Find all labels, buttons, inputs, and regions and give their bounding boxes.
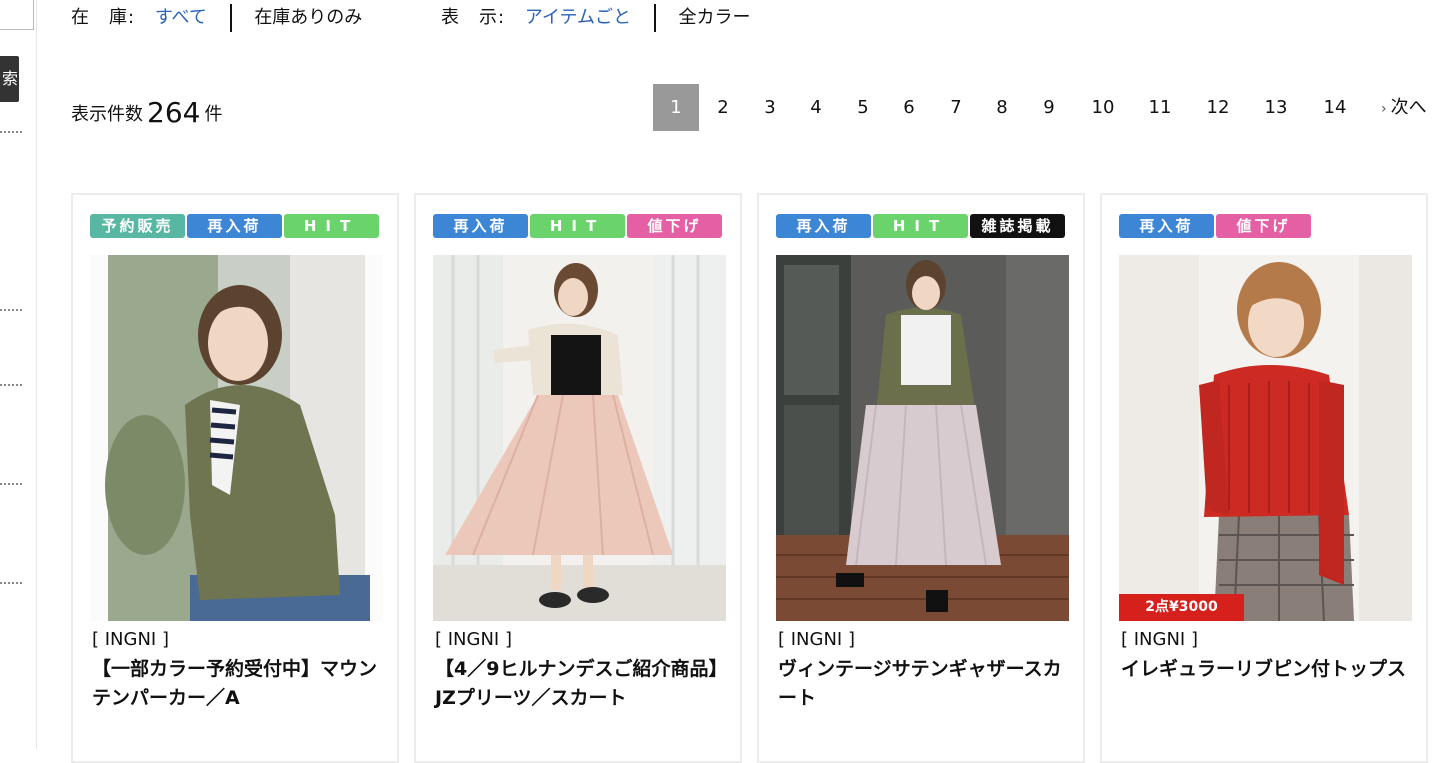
product-card[interactable]: 再入荷 HIT 雑誌掲載 [ INGNI ] ヴィンテージサテンギャザースカート [757,193,1085,763]
page-current[interactable]: 1 [653,84,699,131]
page-link[interactable]: 5 [840,84,886,131]
badge-restock: 再入荷 [776,214,871,238]
product-title[interactable]: 【一部カラー予約受付中】マウンテンパーカー／A [92,655,382,713]
product-title[interactable]: 【4／9ヒルナンデスご紹介商品】JZプリーツ／スカート [435,655,725,713]
sidebar-divider [0,483,22,487]
result-count-suffix: 件 [204,104,223,125]
result-count: 表示件数 264 件 [71,96,222,129]
page-link[interactable]: 10 [1078,84,1128,131]
sidebar: 索 [0,0,36,749]
filter-separator [653,4,656,32]
page-link[interactable]: 11 [1135,84,1185,131]
display-filter-item-link[interactable]: アイテムごと [525,7,631,28]
product-card[interactable]: 再入荷 値下げ 2点¥3000 [ INGNI ] イレギュラーリブピン付トップス [1100,193,1428,763]
product-photo[interactable]: 2点¥3000 [1119,255,1412,621]
sidebar-divider [0,309,22,313]
badge-hit: HIT [530,214,625,238]
badge-magazine: 雑誌掲載 [970,214,1065,238]
stock-filter: 在 庫: すべて 在庫ありのみ [71,4,362,32]
display-filter-all-colors-link[interactable]: 全カラー [678,7,750,28]
page-link[interactable]: 2 [700,84,746,131]
product-badges: 再入荷 HIT 雑誌掲載 [776,214,1067,238]
badge-hit: HIT [873,214,968,238]
product-brand: [ INGNI ] [778,629,855,650]
product-brand: [ INGNI ] [92,629,169,650]
page-link[interactable]: 3 [747,84,793,131]
product-badges: 再入荷 値下げ [1119,214,1313,238]
product-title[interactable]: ヴィンテージサテンギャザースカート [778,655,1068,713]
stock-filter-in-stock-link[interactable]: 在庫ありのみ [254,7,362,28]
product-photo[interactable] [776,255,1069,621]
next-page-label: 次へ [1390,97,1427,118]
badge-restock: 再入荷 [187,214,282,238]
sidebar-divider [0,131,22,135]
product-title[interactable]: イレギュラーリブピン付トップス [1121,655,1411,684]
display-filter-label: 表 示: [441,7,506,28]
result-count-value: 264 [147,96,201,129]
stock-filter-all-link[interactable]: すべて [155,7,207,28]
page-link[interactable]: 14 [1310,84,1360,131]
product-photo[interactable] [90,255,383,621]
badge-preorder: 予約販売 [90,214,185,238]
content-divider [36,0,37,749]
promo-badge: 2点¥3000 [1119,594,1244,621]
product-photo[interactable] [433,255,726,621]
next-page-link[interactable]: › 次へ [1381,84,1427,131]
badge-price-down: 値下げ [627,214,722,238]
sidebar-divider [0,384,22,388]
display-filter: 表 示: アイテムごと 全カラー [441,4,750,32]
page-link[interactable]: 4 [793,84,839,131]
page-link[interactable]: 13 [1251,84,1301,131]
page-link[interactable]: 7 [933,84,979,131]
sidebar-search-input[interactable] [0,0,34,30]
filter-separator [229,4,232,32]
page-link[interactable]: 9 [1026,84,1072,131]
page-link[interactable]: 12 [1193,84,1243,131]
badge-restock: 再入荷 [433,214,528,238]
product-card[interactable]: 予約販売 再入荷 HIT [ INGNI ] 【一部カラー予約受付中】マウンテンパー… [71,193,399,763]
badge-restock: 再入荷 [1119,214,1214,238]
product-brand: [ INGNI ] [1121,629,1198,650]
badge-hit: HIT [284,214,379,238]
page-link[interactable]: 6 [886,84,932,131]
page-link[interactable]: 8 [979,84,1025,131]
product-badges: 再入荷 HIT 値下げ [433,214,724,238]
sidebar-divider [0,582,22,586]
product-brand: [ INGNI ] [435,629,512,650]
product-card[interactable]: 再入荷 HIT 値下げ [ INGNI ] 【4／9ヒルナンデスご紹介商品】JZプリ… [414,193,742,763]
sidebar-search-button[interactable]: 索 [0,56,19,102]
chevron-right-icon: › [1381,101,1387,117]
product-badges: 予約販売 再入荷 HIT [90,214,381,238]
badge-price-down: 値下げ [1216,214,1311,238]
stock-filter-label: 在 庫: [71,7,136,28]
result-count-prefix: 表示件数 [71,104,143,125]
